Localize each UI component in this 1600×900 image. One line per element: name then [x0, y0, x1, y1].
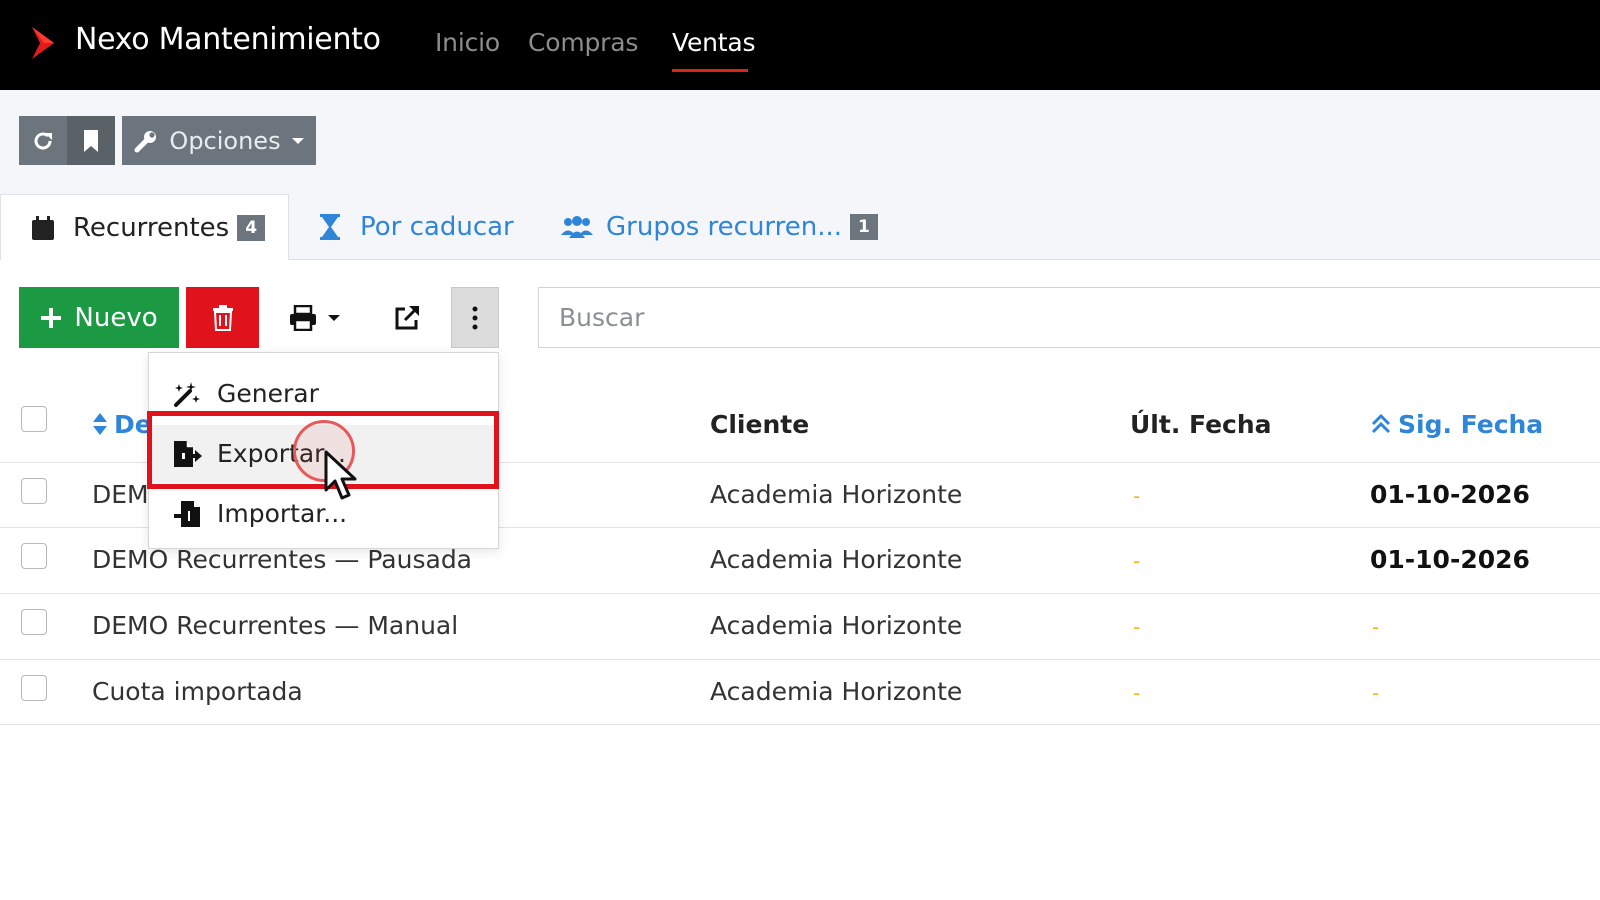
tab-grupos-recurrentes[interactable]: Grupos recurren... 1 [560, 194, 878, 260]
tabs-divider [288, 259, 1600, 260]
row-last-date: - [1133, 615, 1141, 639]
tab-grupos-label: Grupos recurren... [606, 212, 843, 242]
options-dropdown-button[interactable]: Opciones [122, 116, 316, 165]
more-options-button[interactable] [451, 287, 499, 348]
delete-button[interactable] [186, 287, 259, 348]
row-checkbox[interactable] [21, 478, 47, 504]
sort-icon [93, 413, 107, 435]
new-button[interactable]: Nuevo [19, 287, 179, 348]
vertical-ellipsis-icon [472, 306, 478, 329]
row-checkbox[interactable] [21, 609, 47, 635]
caret-down-icon [291, 137, 304, 144]
row-last-date: - [1133, 549, 1141, 573]
row-checkbox[interactable] [21, 675, 47, 701]
menu-item-importar-label: Importar... [217, 499, 348, 528]
row-next-date: - [1372, 615, 1380, 639]
bookmark-button[interactable] [67, 116, 115, 165]
external-link-icon [395, 305, 419, 329]
column-header-ult-fecha[interactable]: Últ. Fecha [1130, 410, 1272, 439]
wrench-icon [134, 130, 157, 152]
column-header-cliente[interactable]: Cliente [710, 410, 809, 439]
trash-icon [212, 304, 233, 331]
tab-grupos-badge: 1 [850, 214, 878, 240]
users-icon [561, 216, 593, 238]
row-checkbox[interactable] [21, 543, 47, 569]
hourglass-icon [320, 214, 340, 240]
magic-wand-icon [174, 382, 200, 407]
brand-logo-icon [32, 27, 54, 59]
row-divider [0, 724, 1600, 725]
plus-icon [41, 307, 62, 328]
refresh-button[interactable] [19, 116, 67, 165]
search-input[interactable]: Buscar [538, 287, 1600, 348]
nav-link-inicio[interactable]: Inicio [435, 28, 500, 57]
row-description: DEM [92, 480, 149, 509]
row-next-date: - [1372, 681, 1380, 705]
top-navbar: Nexo Mantenimiento Inicio Compras Ventas [0, 0, 1600, 90]
mouse-pointer-icon [324, 450, 357, 500]
column-header-sig-fecha[interactable]: Sig. Fecha [1370, 410, 1543, 439]
row-client: Academia Horizonte [710, 677, 963, 706]
row-client: Academia Horizonte [710, 611, 963, 640]
active-nav-indicator [672, 69, 748, 72]
row-last-date: - [1133, 681, 1141, 705]
sort-ascending-icon [1371, 413, 1391, 434]
new-button-label: Nuevo [74, 302, 158, 333]
calendar-icon [32, 215, 54, 240]
brand-name[interactable]: Nexo Mantenimiento [75, 22, 381, 57]
printer-icon [290, 304, 316, 331]
bookmark-icon [84, 129, 98, 152]
row-client: Academia Horizonte [710, 480, 963, 509]
open-external-button[interactable] [376, 287, 438, 348]
refresh-icon [34, 132, 52, 149]
column-header-sig-fecha-label: Sig. Fecha [1398, 410, 1544, 439]
tab-recurrentes-badge: 4 [237, 214, 266, 241]
options-label: Opciones [169, 126, 281, 155]
row-description: Cuota importada [92, 677, 303, 706]
row-client: Academia Horizonte [710, 545, 963, 574]
row-divider [0, 593, 1600, 594]
file-import-icon [174, 501, 200, 527]
nav-link-compras[interactable]: Compras [528, 28, 638, 57]
print-dropdown-button[interactable] [270, 287, 360, 348]
row-description: DEMO Recurrentes — Pausada [92, 545, 473, 574]
tab-por-caducar-label: Por caducar [360, 212, 514, 242]
row-next-date: 01-10-2026 [1370, 480, 1530, 509]
nav-link-ventas[interactable]: Ventas [672, 28, 756, 57]
tab-recurrentes[interactable]: Recurrentes 4 [0, 194, 289, 260]
menu-item-generar-label: Generar [217, 379, 319, 408]
row-divider [0, 659, 1600, 660]
select-all-checkbox[interactable] [21, 406, 47, 432]
row-description: DEMO Recurrentes — Manual [92, 611, 459, 640]
tab-recurrentes-label: Recurrentes [73, 212, 230, 243]
row-next-date: 01-10-2026 [1370, 545, 1530, 574]
tab-por-caducar[interactable]: Por caducar [320, 194, 514, 260]
caret-down-icon [328, 314, 340, 321]
row-last-date: - [1133, 484, 1141, 508]
column-header-description[interactable]: De [92, 410, 152, 439]
